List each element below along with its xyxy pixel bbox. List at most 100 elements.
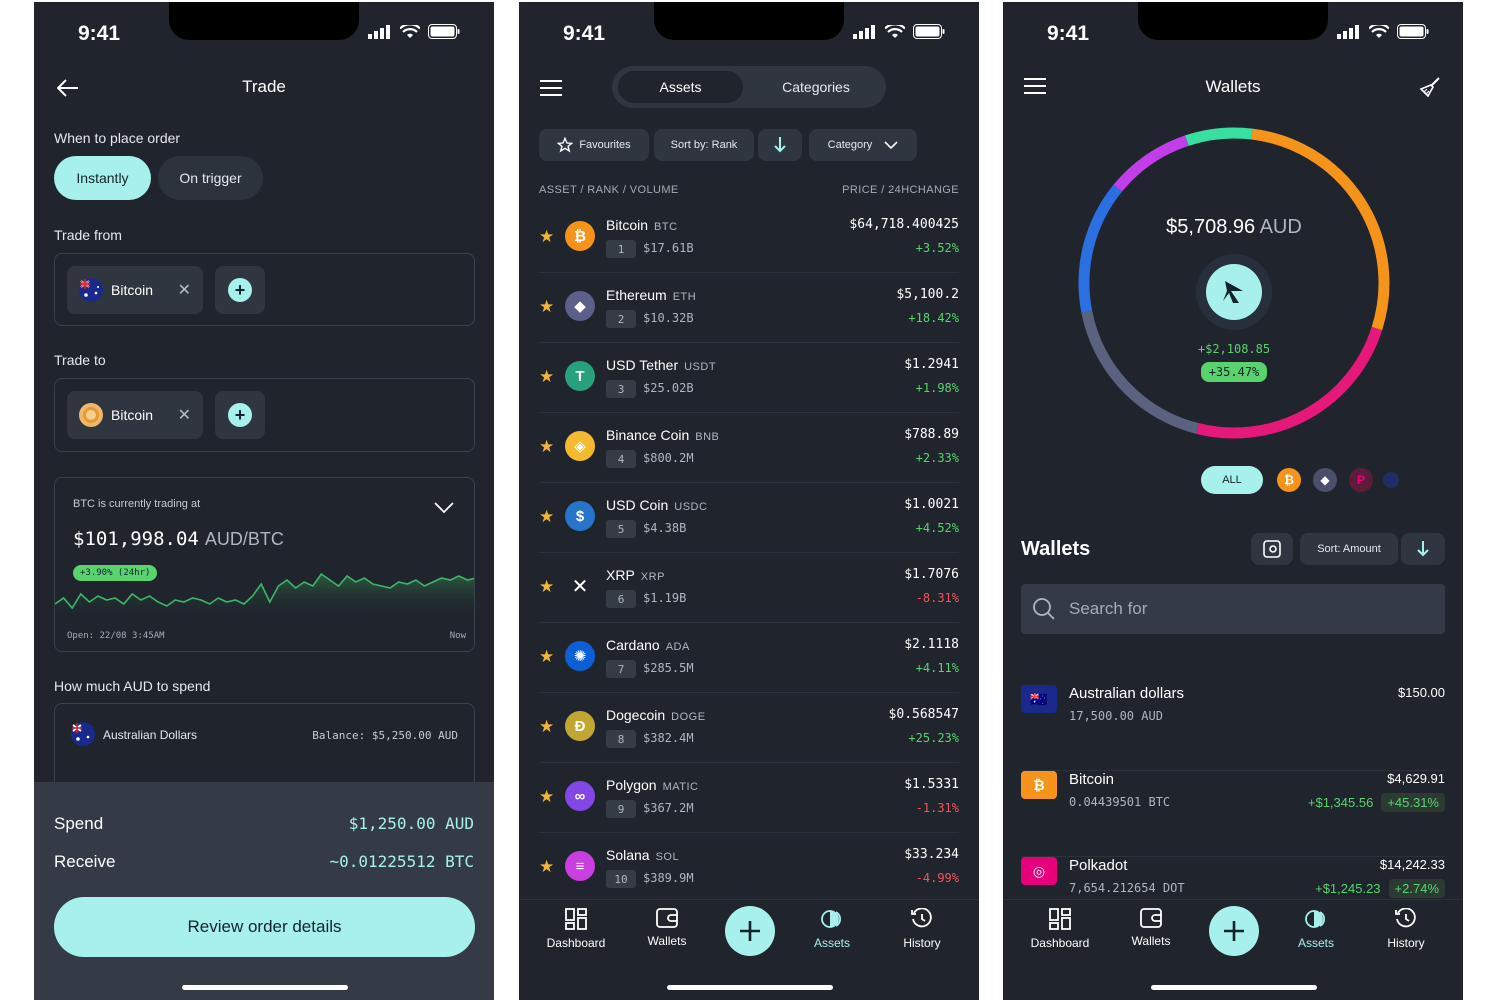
wallet-value: $150.00 <box>1398 685 1445 700</box>
wallet-row[interactable]: ₿ Bitcoin 0.04439501 BTC $4,629.91 +$1,345.5… <box>1021 771 1445 857</box>
favourite-star-icon[interactable]: ★ <box>539 577 554 597</box>
asset-row[interactable]: ★ ≡ Solana SOL 10 $389.9M $33.234 -4.99% <box>539 833 959 903</box>
nav-history-label: History <box>903 936 941 950</box>
ring-segment <box>1113 135 1189 192</box>
asset-row[interactable]: ★ $ USD Coin USDC 5 $4.38B $1.0021 +4.52% <box>539 483 959 553</box>
nav-wallets[interactable]: Wallets <box>627 908 707 948</box>
asset-row[interactable]: ★ ✺ Cardano ADA 7 $285.5M $2.1118 +4.11% <box>539 623 959 693</box>
dashboard-icon <box>565 908 587 930</box>
tab-categories[interactable]: Categories <box>752 71 880 103</box>
add-trade-to-button[interactable]: + <box>215 391 265 439</box>
chevron-down-icon[interactable] <box>434 502 454 514</box>
remove-icon[interactable]: ✕ <box>178 405 191 425</box>
wallet-gain: +$1,345.56 +45.31% <box>1308 793 1445 812</box>
portfolio-total-value: $5,708.96 <box>1166 216 1256 238</box>
arrow-down-icon <box>774 137 786 153</box>
asset-volume: $10.32B <box>643 311 694 325</box>
asset-change: +1.98% <box>915 381 959 395</box>
asset-name: Polygon MATIC <box>606 777 699 793</box>
wallet-view-toggle[interactable] <box>1251 533 1293 565</box>
favourite-star-icon[interactable]: ★ <box>539 227 554 247</box>
add-fab-button[interactable] <box>725 906 775 956</box>
filter-more-icon[interactable] <box>1383 472 1399 488</box>
asset-volume: $382.4M <box>643 731 694 745</box>
instantly-option[interactable]: Instantly <box>54 156 151 200</box>
category-filter[interactable]: Category <box>809 129 917 161</box>
nav-history[interactable]: History <box>1366 908 1446 950</box>
search-placeholder: Search for <box>1069 599 1148 618</box>
asset-row[interactable]: ★ ◆ Ethereum ETH 2 $10.32B $5,100.2 +18.42% <box>539 273 959 343</box>
asset-change: -1.31% <box>915 801 959 815</box>
rank-badge: 6 <box>606 590 636 608</box>
remove-icon[interactable]: ✕ <box>178 280 191 300</box>
asset-logo-icon: ₿ <box>565 221 595 251</box>
wallet-sort[interactable]: Sort: Amount <box>1300 533 1398 565</box>
favourites-filter[interactable]: Favourites <box>539 129 649 161</box>
sort-direction-button[interactable] <box>758 129 802 161</box>
favourite-star-icon[interactable]: ★ <box>539 857 554 877</box>
asset-row[interactable]: ★ ◈ Binance Coin BNB 4 $800.2M $788.89 +2.33% <box>539 413 959 483</box>
favourite-star-icon[interactable]: ★ <box>539 297 554 317</box>
trade-from-chip[interactable]: Bitcoin ✕ <box>67 266 203 314</box>
wallet-logo-icon: ◎ <box>1021 857 1057 885</box>
asset-row[interactable]: ★ ₿ Bitcoin BTC 1 $17.61B $64,718.400425 +3.52% <box>539 203 959 273</box>
nav-wallets-label: Wallets <box>1131 934 1171 948</box>
asset-logo-icon: $ <box>565 501 595 531</box>
sort-filter[interactable]: Sort by: Rank <box>654 129 754 161</box>
filter-ethereum-icon[interactable]: ◆ <box>1313 468 1337 492</box>
asset-row[interactable]: ★ Ð Dogecoin DOGE 8 $382.4M $0.568547 +25.23% <box>539 693 959 763</box>
asset-row[interactable]: ★ ✕ XRP XRP 6 $1.19B $1.7076 -8.31% <box>539 553 959 623</box>
nav-assets[interactable]: Assets <box>792 908 872 950</box>
nav-assets-label: Assets <box>813 936 850 950</box>
wallet-gain-pct: +2.74% <box>1388 879 1445 898</box>
asset-price: $788.89 <box>904 427 959 442</box>
nav-history[interactable]: History <box>882 908 962 950</box>
asset-name: Dogecoin DOGE <box>606 707 706 723</box>
filter-all-button[interactable]: ALL <box>1201 466 1263 494</box>
wallet-sort-direction[interactable] <box>1401 533 1445 565</box>
asset-row[interactable]: ★ T USD Tether USDT 3 $25.02B $1.2941 +1.98% <box>539 343 959 413</box>
trade-to-label: Trade to <box>54 352 106 368</box>
asset-row[interactable]: ★ ∞ Polygon MATIC 9 $367.2M $1.5331 -1.31% <box>539 763 959 833</box>
asset-name: Binance Coin BNB <box>606 427 719 443</box>
favourite-star-icon[interactable]: ★ <box>539 717 554 737</box>
asset-symbol: XRP <box>640 571 665 583</box>
tab-assets[interactable]: Assets <box>618 71 743 103</box>
hamburger-menu-icon[interactable] <box>539 76 563 100</box>
wallet-quantity: 0.04439501 BTC <box>1069 795 1171 809</box>
plus-icon <box>740 921 760 941</box>
favourite-star-icon[interactable]: ★ <box>539 507 554 527</box>
filter-bitcoin-icon[interactable]: ₿ <box>1277 468 1301 492</box>
add-trade-from-button[interactable]: + <box>215 266 265 314</box>
on-trigger-option[interactable]: On trigger <box>158 156 263 200</box>
favourite-star-icon[interactable]: ★ <box>539 437 554 457</box>
wallet-gain-pct: +45.31% <box>1381 793 1445 812</box>
trade-to-box: Bitcoin ✕ + <box>54 378 475 452</box>
wallet-icon <box>1140 908 1162 928</box>
filter-polkadot-icon[interactable]: P <box>1349 468 1373 492</box>
favourite-star-icon[interactable]: ★ <box>539 367 554 387</box>
nav-dashboard[interactable]: Dashboard <box>536 908 616 950</box>
asset-symbol: ADA <box>665 641 690 653</box>
wallet-row[interactable]: 🇦🇺 Australian dollars 17,500.00 AUD $150.00 <box>1021 685 1445 771</box>
favourite-star-icon[interactable]: ★ <box>539 787 554 807</box>
bitcoin-coin-icon <box>79 403 103 427</box>
rank-badge: 4 <box>606 450 636 468</box>
nav-wallets[interactable]: Wallets <box>1111 908 1191 948</box>
australia-flag-icon <box>79 278 103 302</box>
asset-logo-icon: T <box>565 361 595 391</box>
clean-broom-icon[interactable] <box>1417 74 1443 100</box>
spend-account-box[interactable]: Australian Dollars Balance: $5,250.00 AU… <box>54 703 475 793</box>
trade-to-chip[interactable]: Bitcoin ✕ <box>67 391 203 439</box>
wallet-search-input[interactable]: Search for <box>1021 584 1445 634</box>
nav-dashboard[interactable]: Dashboard <box>1020 908 1100 950</box>
asset-volume: $17.61B <box>643 241 694 255</box>
favourite-star-icon[interactable]: ★ <box>539 647 554 667</box>
asset-change: +3.52% <box>915 241 959 255</box>
signal-icon <box>1337 24 1359 39</box>
add-fab-button[interactable] <box>1209 906 1259 956</box>
review-order-button[interactable]: Review order details <box>54 897 475 957</box>
nav-assets[interactable]: Assets <box>1276 908 1356 950</box>
asset-price: $1.0021 <box>904 497 959 512</box>
asset-change: -4.99% <box>915 871 959 885</box>
